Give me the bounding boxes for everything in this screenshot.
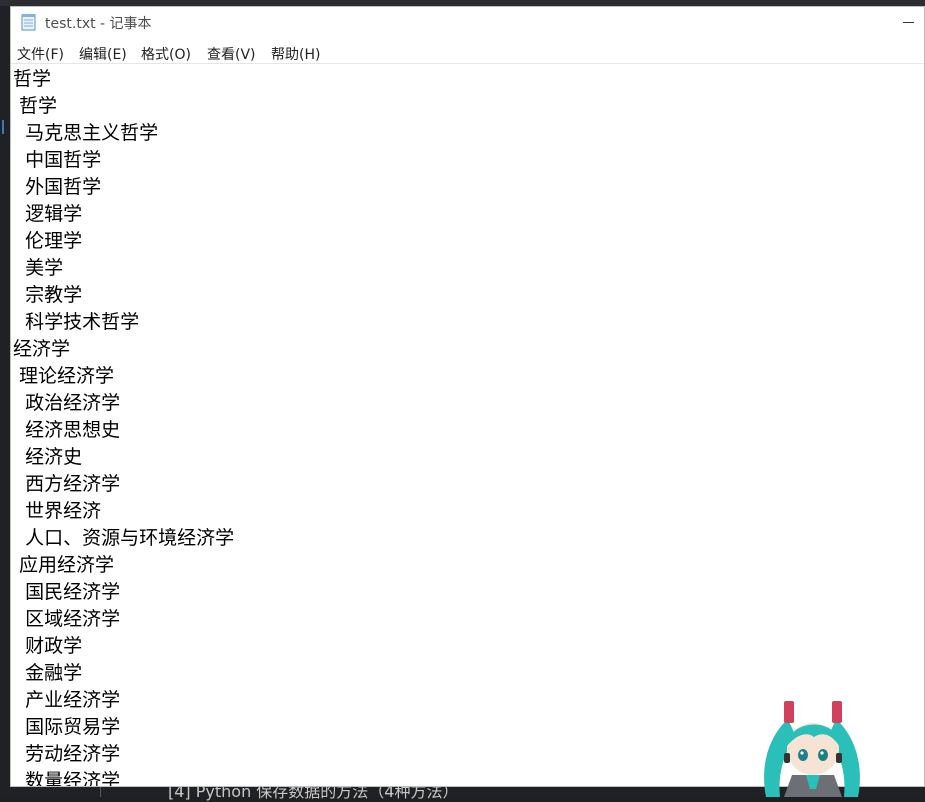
text-line: 应用经济学	[13, 554, 115, 576]
text-line: 区域经济学	[13, 608, 121, 630]
window-title: test.txt - 记事本	[45, 16, 152, 32]
text-line: 经济学	[13, 338, 71, 360]
text-line: 劳动经济学	[13, 743, 121, 765]
notepad-icon	[21, 14, 36, 31]
text-line: 外国哲学	[13, 176, 102, 198]
minimize-icon	[903, 22, 914, 23]
text-line: 数量经济学	[13, 770, 121, 787]
text-line: 金融学	[13, 662, 83, 684]
minimize-button[interactable]	[894, 7, 924, 37]
text-line: 科学技术哲学	[13, 311, 140, 333]
background-cursor	[2, 120, 4, 134]
text-line: 财政学	[13, 635, 83, 657]
text-line: 伦理学	[13, 230, 83, 252]
text-line: 逻辑学	[13, 203, 83, 225]
menu-help[interactable]: 帮助(H)	[271, 44, 320, 64]
text-line: 宗教学	[13, 284, 83, 306]
menu-bar: 文件(F) 编辑(E) 格式(O) 查看(V) 帮助(H)	[11, 41, 924, 63]
menu-view[interactable]: 查看(V)	[207, 44, 256, 64]
notepad-window: test.txt - 记事本 文件(F) 编辑(E) 格式(O) 查看(V) 帮…	[10, 6, 925, 787]
menu-edit[interactable]: 编辑(E)	[79, 44, 127, 64]
text-line: 经济思想史	[13, 419, 121, 441]
text-line: 世界经济	[13, 500, 102, 522]
text-line: 政治经济学	[13, 392, 121, 414]
title-bar[interactable]: test.txt - 记事本	[11, 7, 924, 37]
menu-file[interactable]: 文件(F)	[17, 44, 64, 64]
text-line: 哲学	[13, 68, 52, 90]
text-line: 西方经济学	[13, 473, 121, 495]
text-line: 马克思主义哲学	[13, 122, 159, 144]
text-line: 哲学	[13, 95, 58, 117]
menu-format[interactable]: 格式(O)	[141, 44, 191, 64]
text-line: 理论经济学	[13, 365, 115, 387]
text-line: 经济史	[13, 446, 83, 468]
text-line: 国际贸易学	[13, 716, 121, 738]
text-line: 产业经济学	[13, 689, 121, 711]
text-line: 国民经济学	[13, 581, 121, 603]
anime-mascot-icon	[764, 701, 860, 797]
text-line: 中国哲学	[13, 149, 102, 171]
text-line: 人口、资源与环境经济学	[13, 527, 235, 549]
text-editor[interactable]: 哲学 哲学 马克思主义哲学 中国哲学 外国哲学 逻辑学 伦理学 美学 宗教学 科…	[11, 64, 924, 787]
text-line: 美学	[13, 257, 64, 279]
